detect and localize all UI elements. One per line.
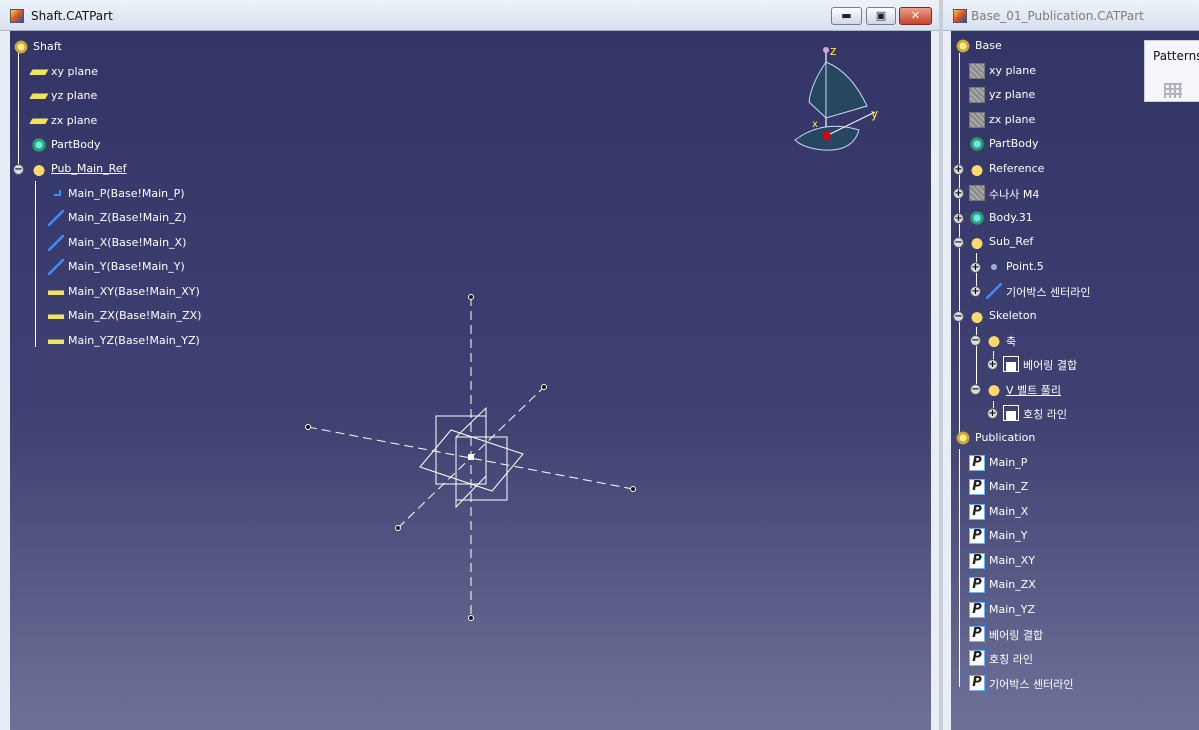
plane-icon: [969, 63, 985, 79]
shaft-window: Shaft.CATPart ▬ ▣ ✕ Shaft xy plane yz pl…: [0, 0, 939, 730]
tree-node-label: Body.31: [989, 211, 1033, 224]
expand-button[interactable]: +: [970, 286, 981, 297]
collapse-button[interactable]: −: [970, 335, 981, 346]
plane-icon: [969, 112, 985, 128]
reference-icon: [969, 234, 985, 250]
axis-endpoint: [395, 525, 401, 531]
plane-icon: [969, 87, 985, 103]
publication-icon: P: [969, 504, 985, 520]
body-icon: [969, 136, 985, 152]
tree-node-label: yz plane: [989, 88, 1036, 101]
tree-node-label: Main_Y: [989, 529, 1028, 542]
compass-x-label: x: [812, 119, 818, 130]
origin-point: [468, 454, 474, 460]
tree-node-label: Base: [975, 39, 1002, 52]
tree-node-label: Main_ZX: [989, 578, 1036, 591]
publication-icon: P: [969, 553, 985, 569]
catia-app-icon: [953, 9, 967, 23]
expand-button[interactable]: +: [987, 408, 998, 419]
tree-node-label: Main_X: [989, 505, 1029, 518]
expand-button[interactable]: +: [987, 359, 998, 370]
body-icon: [969, 210, 985, 226]
tree-node-label: 수나사 M4: [989, 188, 1040, 201]
tree-node-label: 축: [1006, 335, 1017, 348]
publication-icon: P: [969, 626, 985, 642]
compass-z-label: z: [830, 44, 836, 58]
tree-node-label: Skeleton: [989, 309, 1037, 322]
publication-icon: P: [969, 602, 985, 618]
expand-button[interactable]: +: [953, 213, 964, 224]
tree-node-label: PartBody: [989, 137, 1039, 150]
tree-node-label: Publication: [975, 431, 1036, 444]
publication-icon: P: [969, 528, 985, 544]
tree-node-label: Main_XY: [989, 554, 1036, 567]
axis-endpoint: [630, 486, 636, 492]
base-title-bar[interactable]: Base_01_Publication.CATPart: [943, 0, 1199, 31]
tree-node-label: Main_Z: [989, 480, 1029, 493]
sketch-icon: [1003, 356, 1019, 372]
tree-node-label: Reference: [989, 162, 1045, 175]
part-gear-icon: [955, 38, 971, 54]
tree-node-label: 호칭 라인: [1023, 408, 1067, 421]
tree-node-label: V 벨트 풀리: [1006, 384, 1061, 397]
axis-endpoint: [468, 615, 474, 621]
compass-icon[interactable]: z y x: [793, 44, 888, 154]
tree-node-label: xy plane: [989, 64, 1037, 77]
tree-node-label: 호칭 라인: [989, 653, 1033, 666]
axis-endpoint: [468, 294, 474, 300]
expand-button[interactable]: +: [953, 188, 964, 199]
compass-y-label: y: [871, 107, 878, 121]
tree-node-label: zx plane: [989, 113, 1036, 126]
tree-node-label: 기어박스 센터라인: [989, 678, 1074, 691]
tree-node-label: 베어링 결합: [989, 629, 1044, 642]
publication-gear-icon: [955, 430, 971, 446]
tree-node-label: Point.5: [1006, 260, 1044, 273]
collapse-button[interactable]: −: [953, 311, 964, 322]
tree-node-label: 기어박스 센터라인: [1006, 286, 1091, 299]
publication-icon: P: [969, 675, 985, 691]
collapse-button[interactable]: −: [953, 237, 964, 248]
tree-node-label: 베어링 결합: [1023, 359, 1078, 372]
publication-icon: P: [969, 577, 985, 593]
axis-endpoint: [305, 424, 311, 430]
expand-button[interactable]: +: [953, 164, 964, 175]
toolbar-title: Patterns: [1153, 49, 1199, 63]
patterns-toolbar[interactable]: Patterns: [1144, 40, 1199, 102]
tree-node-label: Main_YZ: [989, 603, 1036, 616]
reference-icon: [986, 381, 1002, 397]
reference-icon: [969, 161, 985, 177]
publication-icon: P: [969, 479, 985, 495]
publication-icon: P: [969, 650, 985, 666]
reference-icon: [969, 308, 985, 324]
thread-icon: [969, 185, 985, 201]
collapse-button[interactable]: −: [970, 384, 981, 395]
line-icon: [986, 283, 1002, 299]
window-title: Base_01_Publication.CATPart: [971, 9, 1144, 23]
sketch-icon: [1003, 405, 1019, 421]
reference-icon: [986, 332, 1002, 348]
tree-node-label: Main_P: [989, 456, 1028, 469]
axis-endpoint: [541, 384, 547, 390]
pattern-grid-icon[interactable]: [1164, 83, 1182, 98]
tree-node-label: Sub_Ref: [989, 235, 1034, 248]
expand-button[interactable]: +: [970, 262, 981, 273]
publication-icon: P: [969, 455, 985, 471]
tree-connector: [959, 449, 960, 687]
point-icon: [986, 259, 1002, 275]
